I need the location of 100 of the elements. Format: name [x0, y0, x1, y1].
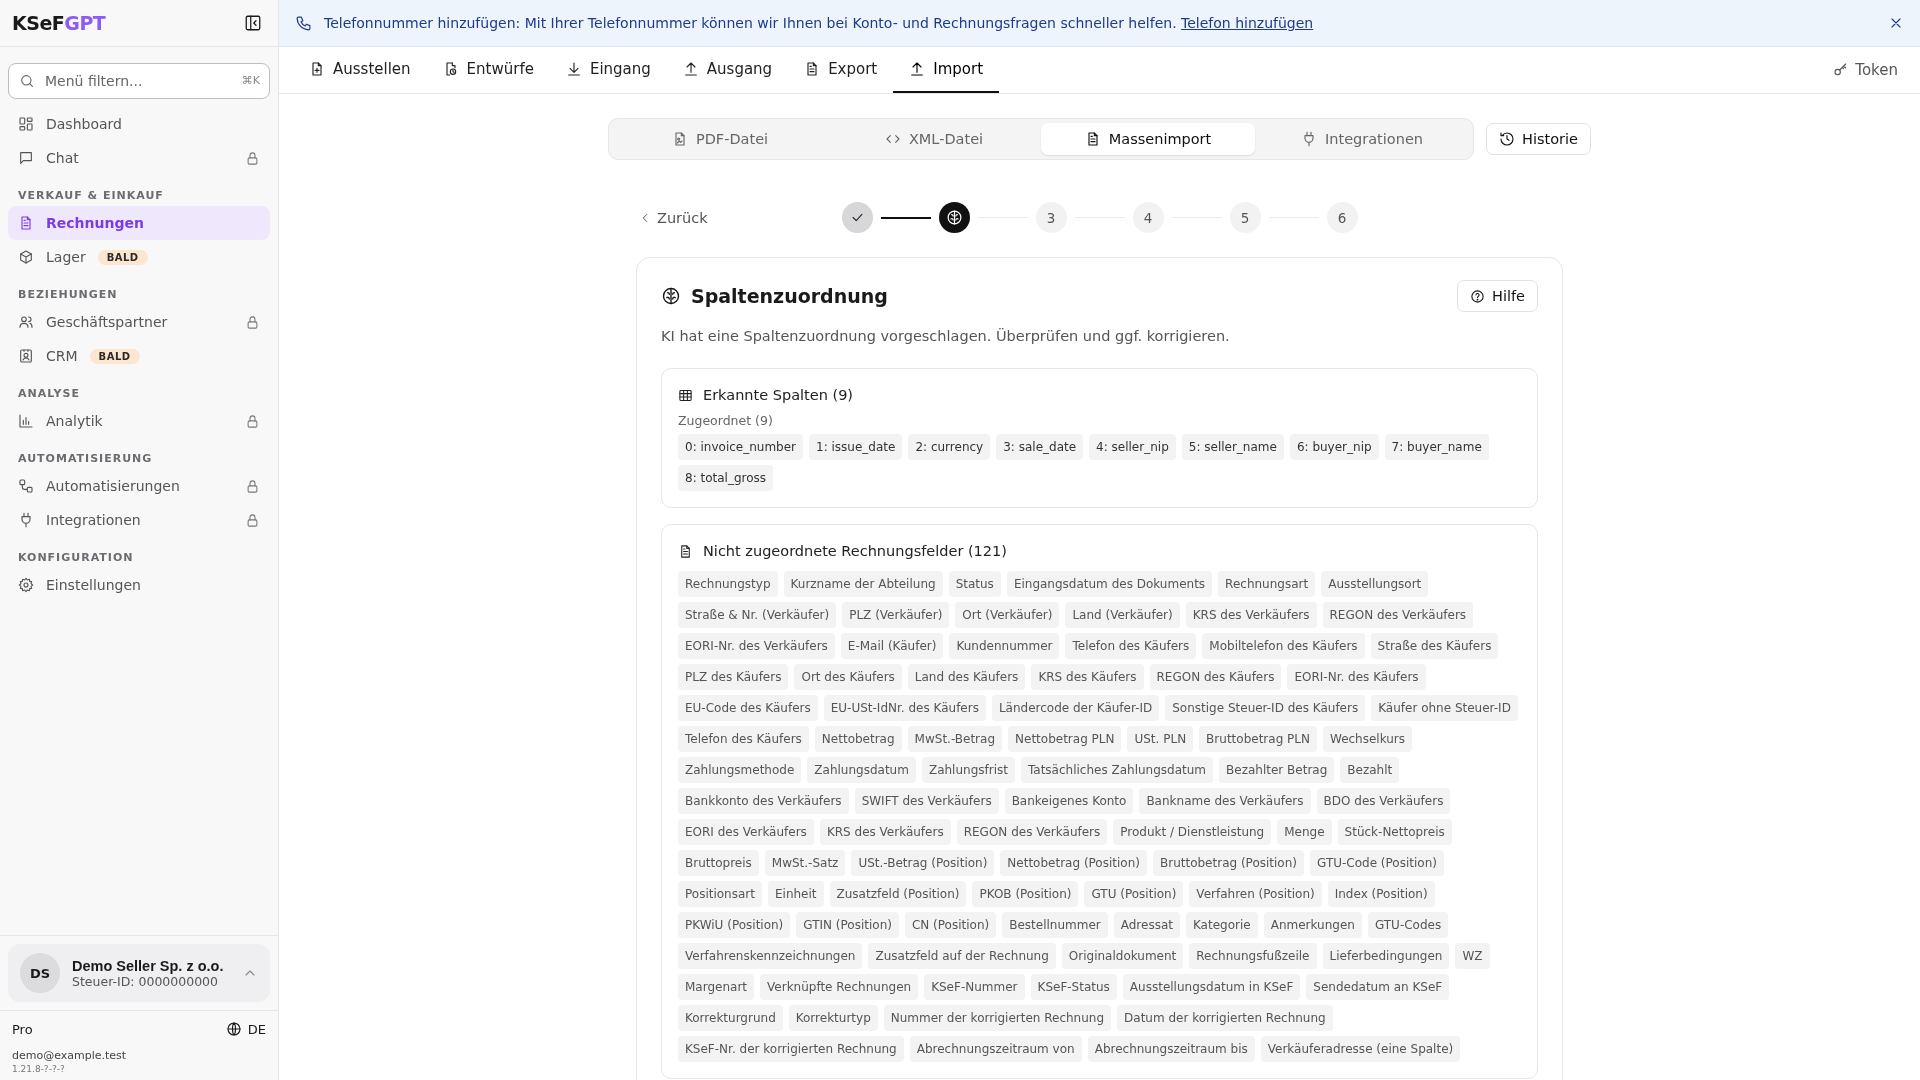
avatar: DS [20, 953, 60, 993]
tab[interactable]: Entwürfe [426, 47, 550, 93]
back-link[interactable]: Zurück [636, 209, 708, 226]
field-chip: E-Mail (Käufer) [840, 633, 944, 659]
field-chip: EU-Code des Käufers [678, 695, 818, 721]
field-chip: Eingangsdatum des Dokuments [1006, 571, 1213, 597]
field-chip: 6: buyer_nip [1289, 434, 1379, 460]
field-chip: Nettobetrag PLN [1008, 726, 1122, 752]
field-chip: Kurzname der Abteilung [783, 571, 943, 597]
field-chip: Adressat [1113, 912, 1180, 938]
field-chip: Sonstige Steuer-ID des Käufers [1165, 695, 1366, 721]
nav-item[interactable]: Lager BALD [8, 240, 270, 274]
field-chip: Einheit [767, 881, 824, 907]
history-icon [1499, 131, 1515, 147]
field-chip: EU-USt-IdNr. des Käufers [823, 695, 986, 721]
workflow-icon [18, 478, 34, 494]
field-chip: Rechnungsfußzeile [1189, 943, 1317, 969]
field-chip: KRS des Verkäufers [1185, 602, 1317, 628]
nav-item[interactable]: Chat [8, 141, 270, 175]
field-chip: Bankname des Verkäufers [1139, 788, 1311, 814]
field-chip: KRS des Käufers [1031, 664, 1144, 690]
field-chip: Kategorie [1185, 912, 1258, 938]
table-icon [678, 387, 693, 403]
field-chip: 0: invoice_number [678, 434, 804, 460]
version-label: 1.21.8-?-?-? [12, 1064, 66, 1074]
field-chip: REGON des Käufers [1149, 664, 1282, 690]
account-switcher[interactable]: DS Demo Seller Sp. z o.o. Steuer-ID: 0000000000 [8, 944, 270, 1002]
field-chip: KRS des Verkäufers [819, 819, 951, 845]
field-chip: Wechselkurs [1322, 726, 1413, 752]
field-chip: GTU (Position) [1084, 881, 1184, 907]
field-chip: Anmerkungen [1263, 912, 1362, 938]
section-heading: KONFIGURATION [17, 550, 135, 566]
field-chip: CN (Position) [904, 912, 997, 938]
nav-item[interactable]: Einstellungen [8, 568, 270, 602]
phone-icon [295, 14, 312, 32]
card-title: Spaltenzuordnung [691, 285, 889, 307]
nav-item[interactable]: Analytik [8, 404, 270, 438]
search-icon [19, 73, 35, 89]
field-chip: 1: issue_date [809, 434, 903, 460]
field-chip: Käufer ohne Steuer-ID [1371, 695, 1518, 721]
step-indicator: 5 [1229, 202, 1261, 233]
help-button[interactable]: Hilfe [1457, 280, 1538, 312]
tab[interactable]: Ausstellen [293, 47, 427, 93]
field-chip: Ausstellungsort [1321, 571, 1429, 597]
language-switcher[interactable]: DE [225, 1021, 266, 1037]
bar-chart-icon [18, 413, 34, 429]
help-icon [1470, 288, 1485, 304]
segment-tab[interactable]: Massenimport [1041, 123, 1255, 155]
field-chip: Verfahrenskennzeichnungen [678, 943, 863, 969]
field-chip: Bezahlt [1340, 757, 1400, 783]
field-chip: Bankkonto des Verkäufers [678, 788, 849, 814]
field-chip: Margenart [678, 974, 755, 1000]
field-chip: Bruttopreis [678, 850, 759, 876]
field-chip: Ort (Verkäufer) [955, 602, 1060, 628]
card-description: KI hat eine Spaltenzuordnung vorgeschlagen. Überprüfen und ggf. korrigieren. [661, 328, 1231, 344]
chat-icon [18, 150, 34, 166]
field-chip: Produkt / Dienstleistung [1113, 819, 1272, 845]
nav-item[interactable]: Geschäftspartner [8, 305, 270, 339]
step-indicator: 4 [1132, 202, 1164, 233]
field-chip: BDO des Verkäufers [1316, 788, 1451, 814]
field-chip: Abrechnungszeitraum von [909, 1036, 1082, 1062]
nav-item[interactable]: Dashboard [8, 107, 270, 141]
segment-tab[interactable]: PDF-Datei [613, 123, 827, 155]
nav-item[interactable]: Automatisierungen [8, 469, 270, 503]
field-chip: 3: sale_date [996, 434, 1084, 460]
tab[interactable]: Ausgang [666, 47, 789, 93]
plug-icon [18, 512, 34, 528]
brain-icon [661, 286, 681, 306]
field-chip: Abrechnungszeitraum bis [1087, 1036, 1255, 1062]
token-button[interactable]: Token [1825, 47, 1906, 93]
tab[interactable]: Import [893, 47, 1000, 93]
settings-icon [18, 577, 34, 593]
add-phone-link[interactable]: Telefon hinzufügen [1181, 15, 1314, 31]
field-chip: Datum der korrigierten Rechnung [1117, 1005, 1333, 1031]
field-chip: 7: buyer_name [1384, 434, 1489, 460]
segment-tab[interactable]: Integrationen [1255, 123, 1469, 155]
shortcut-hint: ⌘K [241, 74, 260, 87]
field-chip: Lieferbedingungen [1322, 943, 1450, 969]
field-chip: Nettobetrag [814, 726, 902, 752]
field-chip: MwSt.-Betrag [907, 726, 1003, 752]
field-chip: Zahlungsdatum [807, 757, 916, 783]
field-chip: GTU-Codes [1367, 912, 1449, 938]
segment-tab[interactable]: XML-Datei [827, 123, 1041, 155]
upload-icon [909, 61, 926, 77]
section-subtitle: Zugeordnet (9) [678, 413, 774, 428]
tab[interactable]: Eingang [549, 47, 667, 93]
field-chip: Bruttobetrag PLN [1199, 726, 1317, 752]
field-chip: Bezahlter Betrag [1219, 757, 1335, 783]
field-chip: PKWiU (Position) [678, 912, 791, 938]
nav-item[interactable]: Rechnungen [8, 206, 270, 240]
field-chip: Telefon des Käufers [678, 726, 809, 752]
section-heading: AUTOMATISIERUNG [17, 451, 154, 467]
sidebar-toggle-button[interactable] [244, 14, 262, 32]
tab[interactable]: Export [788, 47, 894, 93]
grid-icon [18, 116, 34, 132]
field-chip: Zusatzfeld (Position) [829, 881, 967, 907]
nav-item[interactable]: Integrationen [8, 503, 270, 537]
section-heading: VERKAUF & EINKAUF [17, 188, 165, 204]
nav-item[interactable]: CRM BALD [8, 339, 270, 373]
history-button[interactable]: Historie [1486, 123, 1591, 155]
